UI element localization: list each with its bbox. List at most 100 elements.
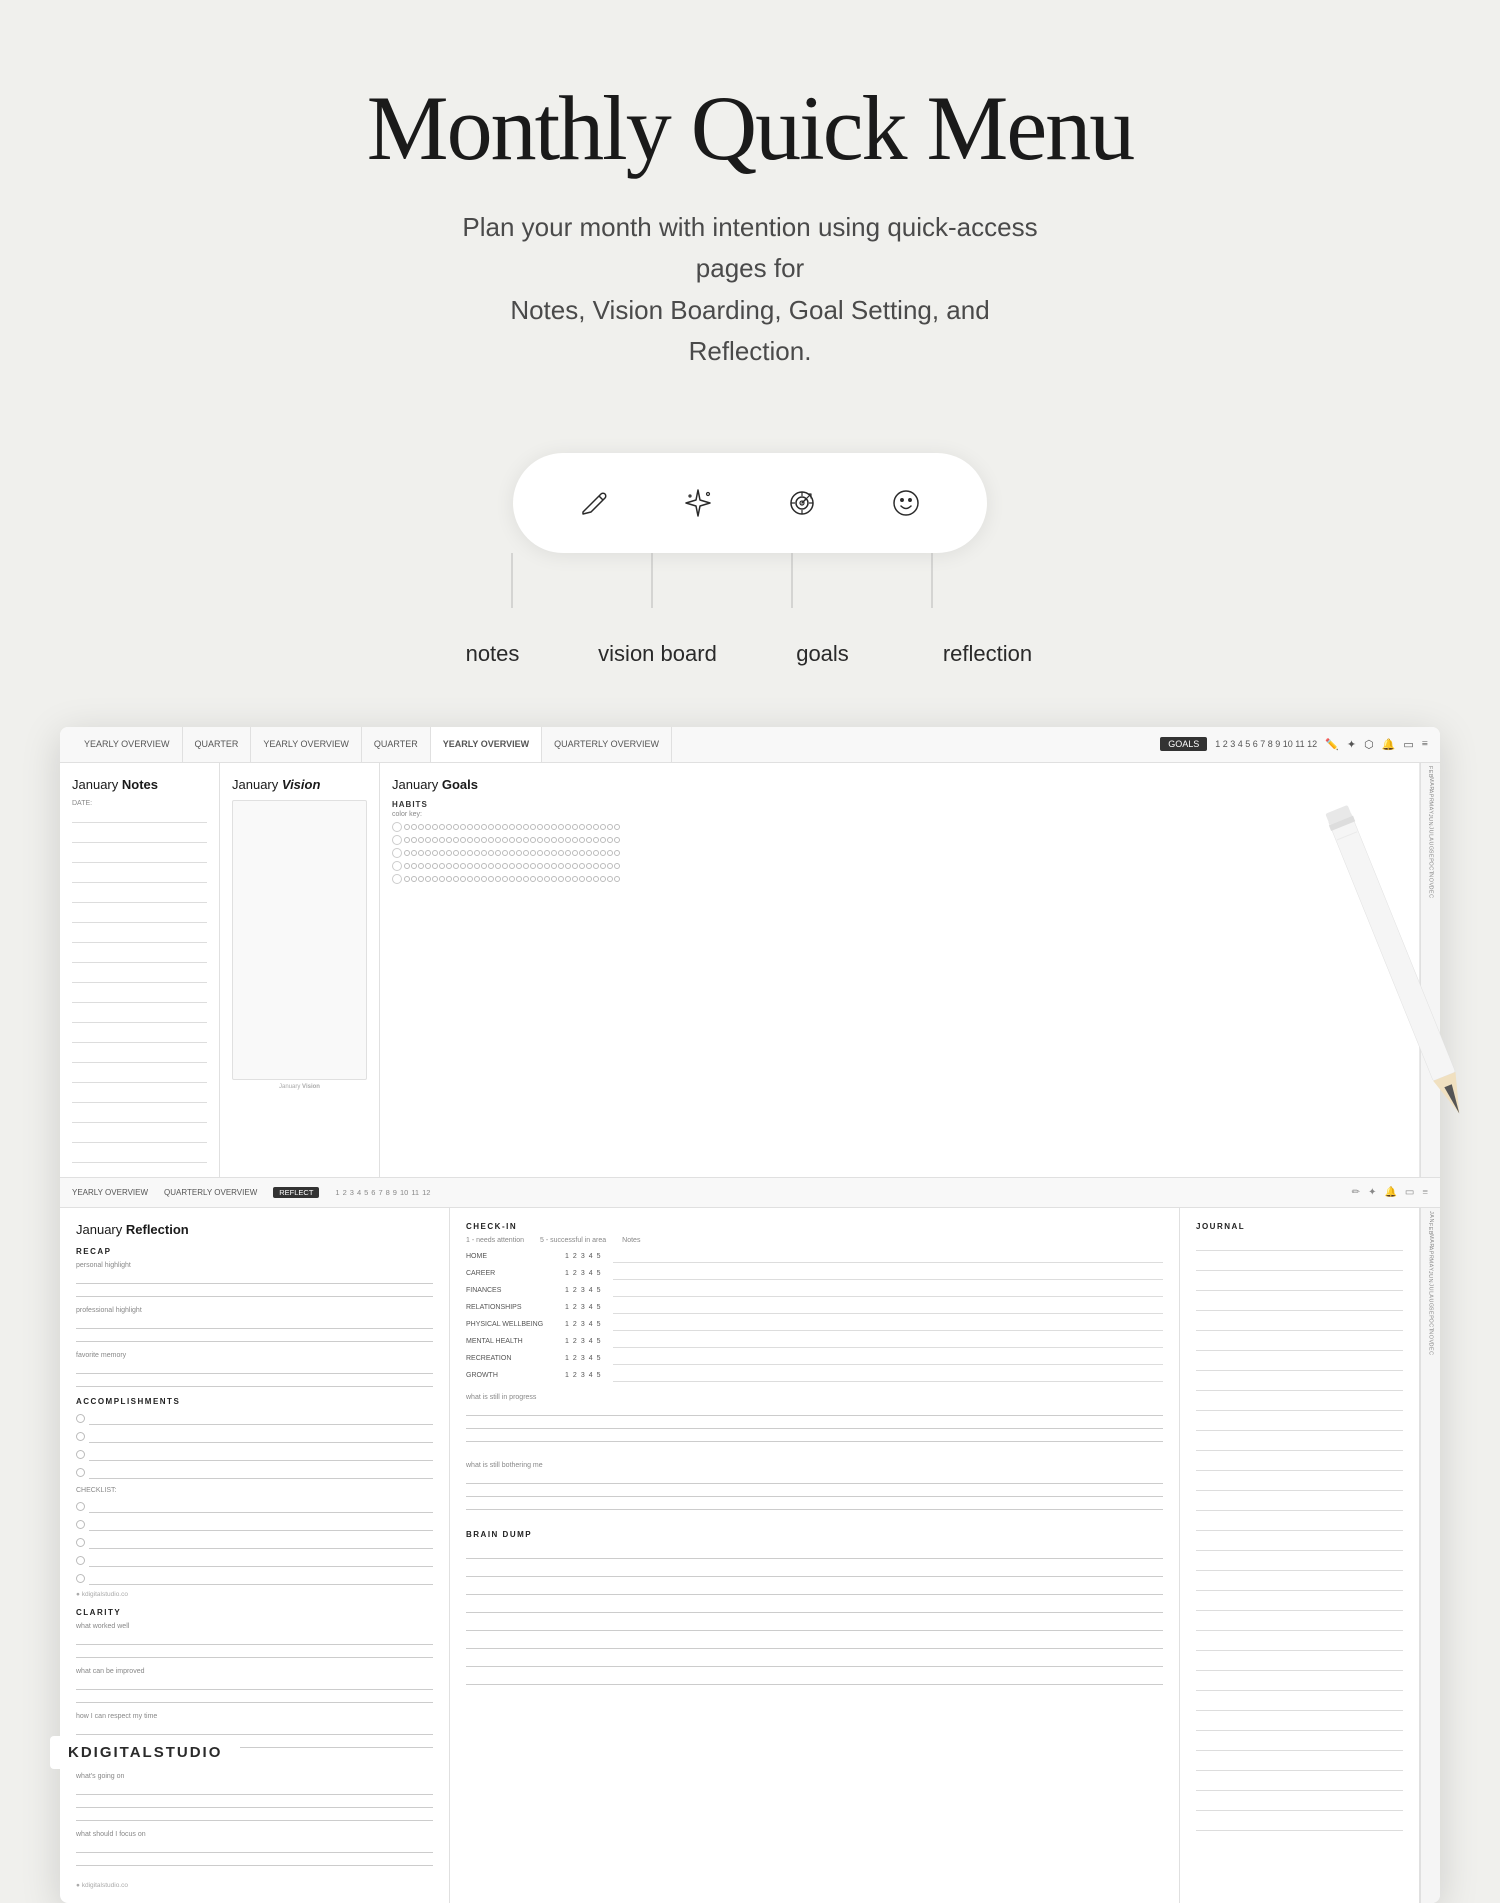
reflect-cal-icon[interactable]: ▭ xyxy=(1405,1187,1414,1198)
journal-heading: JOURNAL xyxy=(1196,1222,1403,1231)
share-icon-small[interactable]: ⬡ xyxy=(1364,738,1374,751)
nav-tab-yearly-1[interactable]: YEARLY OVERVIEW xyxy=(72,727,183,763)
panel-vision: January Vision January Vision xyxy=(220,763,380,1177)
note-line xyxy=(72,911,207,923)
date-label: DATE: xyxy=(72,800,207,807)
page-numbers: 1 2 3 4 5 6 7 8 9 10 11 12 xyxy=(1215,739,1317,749)
checkin-row-physical: PHYSICAL WELLBEING 12345 xyxy=(466,1318,1163,1331)
reflect-menu-icon[interactable]: ≡ xyxy=(1422,1187,1428,1198)
brain-dump-heading: BRAIN DUMP xyxy=(466,1530,1163,1539)
edit-icon-small[interactable]: ✏️ xyxy=(1325,738,1339,751)
nav-tab-yearly-3[interactable]: YEARLY OVERVIEW xyxy=(431,727,542,763)
checkin-row-growth: GROWTH 12345 xyxy=(466,1369,1163,1382)
reflect-nav-quarterly[interactable]: QUARTERLY OVERVIEW xyxy=(164,1188,257,1197)
note-line xyxy=(72,811,207,823)
reflection-section: YEARLY OVERVIEW QUARTERLY OVERVIEW REFLE… xyxy=(60,1177,1440,1903)
nav-tab-yearly-2[interactable]: YEARLY OVERVIEW xyxy=(251,727,362,763)
reflection-title: January Reflection xyxy=(76,1222,433,1237)
still-bothering-field: what is still bothering me xyxy=(466,1462,1163,1510)
vision-watermark: January Vision xyxy=(232,1084,367,1090)
checkin-rows: HOME 1 2 3 4 5 CAREER xyxy=(466,1250,1163,1382)
pencil-icon xyxy=(575,484,613,522)
professional-highlight-field: professional highlight xyxy=(76,1307,433,1342)
nav-tab-quarterly[interactable]: QUARTERLY OVERVIEW xyxy=(542,727,672,763)
footer-brand: KDIGITALSTUDIO xyxy=(50,1736,240,1769)
top-nav: YEARLY OVERVIEW QUARTER YEARLY OVERVIEW … xyxy=(60,727,1440,763)
checklist-heading: CHECKLIST: xyxy=(76,1487,433,1494)
personal-highlight-field: personal highlight xyxy=(76,1262,433,1297)
checklist-item xyxy=(76,1572,433,1585)
accomplishment-item xyxy=(76,1412,433,1425)
reflect-bell-icon[interactable]: 🔔 xyxy=(1384,1187,1396,1198)
reflection-label: reflection xyxy=(905,641,1070,667)
month-tab-jan-r[interactable]: JAN xyxy=(1425,1211,1435,1223)
checkin-row-mental: MENTAL HEALTH 12345 xyxy=(466,1335,1163,1348)
month-tab-may-r[interactable]: MAY xyxy=(1425,1258,1435,1271)
note-line xyxy=(72,1031,207,1043)
habit-main-circle xyxy=(392,848,402,858)
clarity-heading: CLARITY xyxy=(76,1608,433,1617)
vision-panel-title: January Vision xyxy=(232,777,367,792)
recap-heading: RECAP xyxy=(76,1247,433,1256)
reflect-page-numbers: 123456789101112 xyxy=(335,1188,430,1197)
month-tab-dec-r[interactable]: DEC xyxy=(1426,1342,1436,1355)
note-line xyxy=(72,971,207,983)
watermark-notes: ● kdigitalstudio.co xyxy=(76,1591,433,1598)
note-line xyxy=(72,831,207,843)
reflect-nav-yearly[interactable]: YEARLY OVERVIEW xyxy=(72,1188,148,1197)
checklist-item xyxy=(76,1518,433,1531)
nav-tab-quarter-2[interactable]: QUARTER xyxy=(362,727,431,763)
nav-tab-quarter-1[interactable]: QUARTER xyxy=(183,727,252,763)
habit-small-circle xyxy=(404,824,410,830)
notes-lines xyxy=(72,811,207,1163)
month-tab-jun-r[interactable]: JUN xyxy=(1425,1271,1435,1283)
habit-row xyxy=(392,861,1407,871)
goals-badge: GOALS xyxy=(1160,737,1207,751)
reflect-star-icon[interactable]: ✦ xyxy=(1368,1187,1376,1198)
notes-panel-title: January Notes xyxy=(72,777,207,792)
reflect-edit-icon[interactable]: ✏ xyxy=(1352,1187,1360,1198)
reflect-nav-icons: ✏ ✦ 🔔 ▭ ≡ xyxy=(1352,1187,1428,1198)
reflect-nav: YEARLY OVERVIEW QUARTERLY OVERVIEW REFLE… xyxy=(60,1178,1440,1208)
what-worked-field: what worked well xyxy=(76,1623,433,1658)
note-line xyxy=(72,1071,207,1083)
checkin-scale-labels: 1 - needs attention 5 - successful in ar… xyxy=(466,1237,1163,1244)
note-line xyxy=(72,851,207,863)
panel-notes: January Notes DATE: xyxy=(60,763,220,1177)
planner-mockup: YEARLY OVERVIEW QUARTER YEARLY OVERVIEW … xyxy=(60,727,1440,1903)
notes-label: notes xyxy=(410,641,575,667)
habit-row xyxy=(392,874,1407,884)
vision-board-area[interactable] xyxy=(232,800,367,1080)
goals-icon-button[interactable] xyxy=(776,477,828,529)
still-in-progress-field: what is still in progress xyxy=(466,1394,1163,1442)
checkin-heading: CHECK-IN xyxy=(466,1222,1163,1231)
checkin-row-finances: FINANCES 12345 xyxy=(466,1284,1163,1297)
habit-main-circle xyxy=(392,822,402,832)
bell-icon-small[interactable]: 🔔 xyxy=(1382,738,1396,751)
habit-main-circle xyxy=(392,874,402,884)
checklist-item xyxy=(76,1554,433,1567)
menu-icon-small[interactable]: ≡ xyxy=(1422,738,1428,750)
note-line xyxy=(72,1011,207,1023)
note-line xyxy=(72,991,207,1003)
vision-board-icon-button[interactable] xyxy=(672,477,724,529)
page-subtitle: Plan your month with intention using qui… xyxy=(450,207,1050,373)
note-line xyxy=(72,1151,207,1163)
habit-main-circle xyxy=(392,835,402,845)
note-line xyxy=(72,951,207,963)
notes-icon-button[interactable] xyxy=(568,477,620,529)
star-icon-small[interactable]: ✦ xyxy=(1347,738,1356,751)
month-tab-sep-r[interactable]: SEP xyxy=(1425,1307,1435,1320)
month-tab-aug-r[interactable]: AUG xyxy=(1425,1294,1435,1307)
reflection-icon-button[interactable] xyxy=(880,477,932,529)
note-line xyxy=(72,1051,207,1063)
month-tab-apr-r[interactable]: APR xyxy=(1426,1247,1436,1260)
page-title: Monthly Quick Menu xyxy=(0,80,1500,177)
nav-right: GOALS 1 2 3 4 5 6 7 8 9 10 11 12 ✏️ ✦ ⬡ … xyxy=(1160,737,1428,751)
connector-lines xyxy=(410,553,1090,633)
icon-labels: notes vision board goals reflection xyxy=(410,641,1070,667)
checkin-row-relationships: RELATIONSHIPS 12345 xyxy=(466,1301,1163,1314)
note-line xyxy=(72,1111,207,1123)
checkin-row-home: HOME 1 2 3 4 5 xyxy=(466,1250,1163,1263)
month-tab-jul-r[interactable]: JUL xyxy=(1426,1283,1436,1294)
